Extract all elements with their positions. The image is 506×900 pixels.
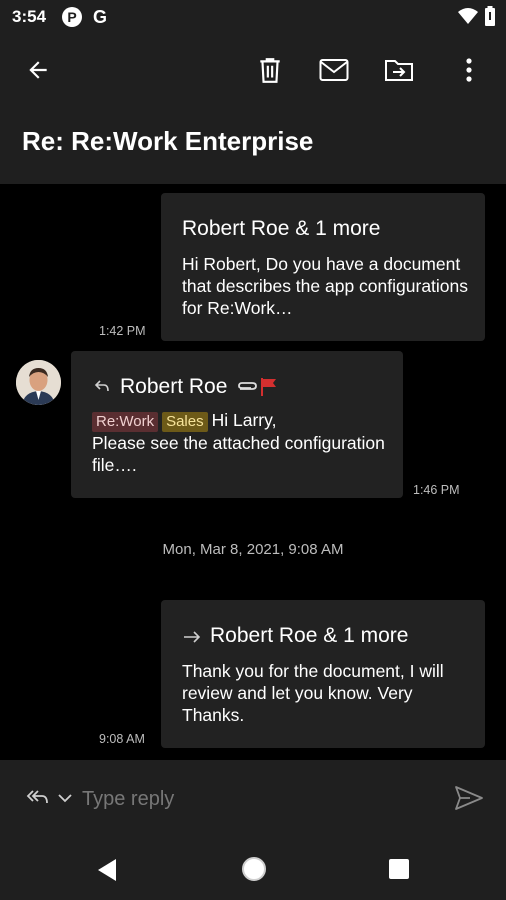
page-title: Re: Re:Work Enterprise: [22, 126, 314, 156]
message-preview-rest: Please see the attached configuration fi…: [92, 433, 385, 475]
arrow-left-icon: [29, 61, 47, 79]
flag-icon: [261, 378, 276, 396]
move-button[interactable]: [379, 50, 419, 90]
message-bubble[interactable]: Robert Roe Re:Work Sales Hi Larry, Please …: [71, 351, 403, 498]
person-avatar-icon: [16, 360, 61, 405]
reply-icon: [94, 380, 109, 392]
message-preview: Hi Robert, Do you have a document that d…: [182, 254, 469, 318]
message-time: 1:46 PM: [413, 483, 460, 497]
back-button[interactable]: [18, 50, 58, 90]
send-icon: [455, 786, 483, 810]
category-tag: Re:Work: [92, 412, 159, 432]
chevron-down-icon: [58, 794, 72, 803]
attachment-icon: [238, 382, 257, 390]
folder-move-icon: [385, 60, 413, 81]
reply-all-icon: [26, 790, 48, 804]
message-sender: Robert Roe & 1 more: [182, 217, 381, 240]
send-button[interactable]: [454, 784, 484, 812]
more-options-button[interactable]: [449, 50, 489, 90]
status-time: 3:54: [12, 7, 47, 26]
message-bubble[interactable]: Robert Roe & 1 more Hi Robert, Do you ha…: [161, 193, 485, 341]
message-sender: Robert Roe & 1 more: [210, 624, 409, 647]
status-indicators: [458, 6, 496, 26]
reply-bar: Type reply: [0, 760, 506, 838]
mark-unread-button[interactable]: [314, 50, 354, 90]
battery-icon: [485, 6, 495, 26]
nav-recents-icon[interactable]: [389, 859, 409, 879]
message-time: 9:08 AM: [99, 732, 145, 746]
google-icon: G: [92, 7, 107, 27]
delete-button[interactable]: [250, 50, 290, 90]
nav-home-icon[interactable]: [241, 856, 267, 882]
wifi-icon: [458, 8, 478, 24]
more-vert-icon: [466, 58, 472, 82]
reply-input[interactable]: Type reply: [82, 788, 174, 811]
envelope-icon: [319, 59, 349, 81]
forward-icon: [184, 631, 201, 643]
app-bar: Re: Re:Work Enterprise: [0, 34, 506, 184]
status-bar: 3:54 P G: [0, 0, 506, 34]
message-preview-first: Hi Larry,: [211, 410, 277, 430]
message-sender: Robert Roe: [120, 375, 228, 398]
message-bubble[interactable]: Robert Roe & 1 more Thank you for the do…: [161, 600, 485, 748]
date-separator: Mon, Mar 8, 2021, 9:08 AM: [162, 541, 344, 558]
reply-type-selector[interactable]: [26, 786, 76, 812]
trash-icon: [260, 58, 280, 83]
message-preview: Thank you for the document, I will revie…: [182, 661, 444, 725]
system-nav-bar: [0, 838, 506, 900]
category-tag: Sales: [162, 412, 208, 432]
message-preview: Re:Work Sales Hi Larry, Please see the att…: [92, 409, 392, 476]
nav-back-icon[interactable]: [96, 858, 118, 882]
avatar[interactable]: [16, 360, 61, 405]
app-notification-icon: P: [62, 7, 82, 27]
message-time: 1:42 PM: [99, 324, 146, 338]
